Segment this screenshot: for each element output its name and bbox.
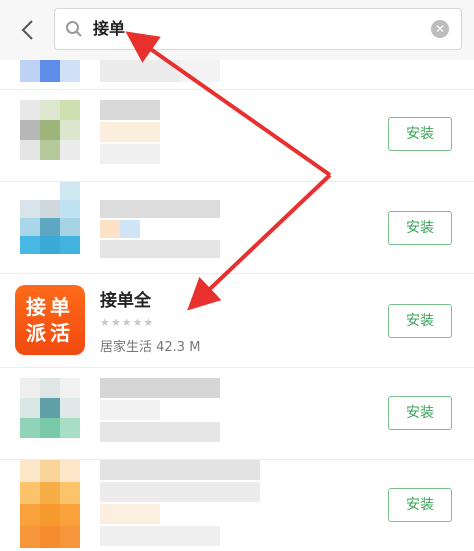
list-item[interactable] xyxy=(0,60,474,90)
install-button[interactable]: 安装 xyxy=(388,211,452,245)
search-input[interactable]: 接单 ✕ xyxy=(54,8,462,50)
list-item[interactable]: 安装 xyxy=(0,182,474,274)
list-item[interactable]: 安装 xyxy=(0,90,474,182)
search-query: 接单 xyxy=(93,19,126,38)
top-bar: 接单 ✕ xyxy=(0,0,474,60)
search-icon xyxy=(66,21,82,37)
app-logo-line2: 派活 xyxy=(26,321,74,345)
back-button[interactable] xyxy=(10,12,44,48)
clear-icon[interactable]: ✕ xyxy=(431,20,449,38)
chevron-left-icon xyxy=(21,20,33,40)
app-logo-line1: 接单 xyxy=(26,295,74,319)
install-button[interactable]: 安装 xyxy=(388,304,452,338)
app-meta: 居家生活 42.3 M xyxy=(100,340,201,355)
app-logo: 接单 派活 xyxy=(15,285,85,355)
list-item[interactable]: 安装 xyxy=(0,368,474,460)
install-button[interactable]: 安装 xyxy=(388,396,452,430)
install-button[interactable]: 安装 xyxy=(388,488,452,522)
install-button[interactable]: 安装 xyxy=(388,117,452,151)
rating-stars: ★★★★★ xyxy=(100,316,155,329)
list-item[interactable]: 安装 xyxy=(0,460,474,551)
app-name: 接单全 xyxy=(100,291,151,311)
